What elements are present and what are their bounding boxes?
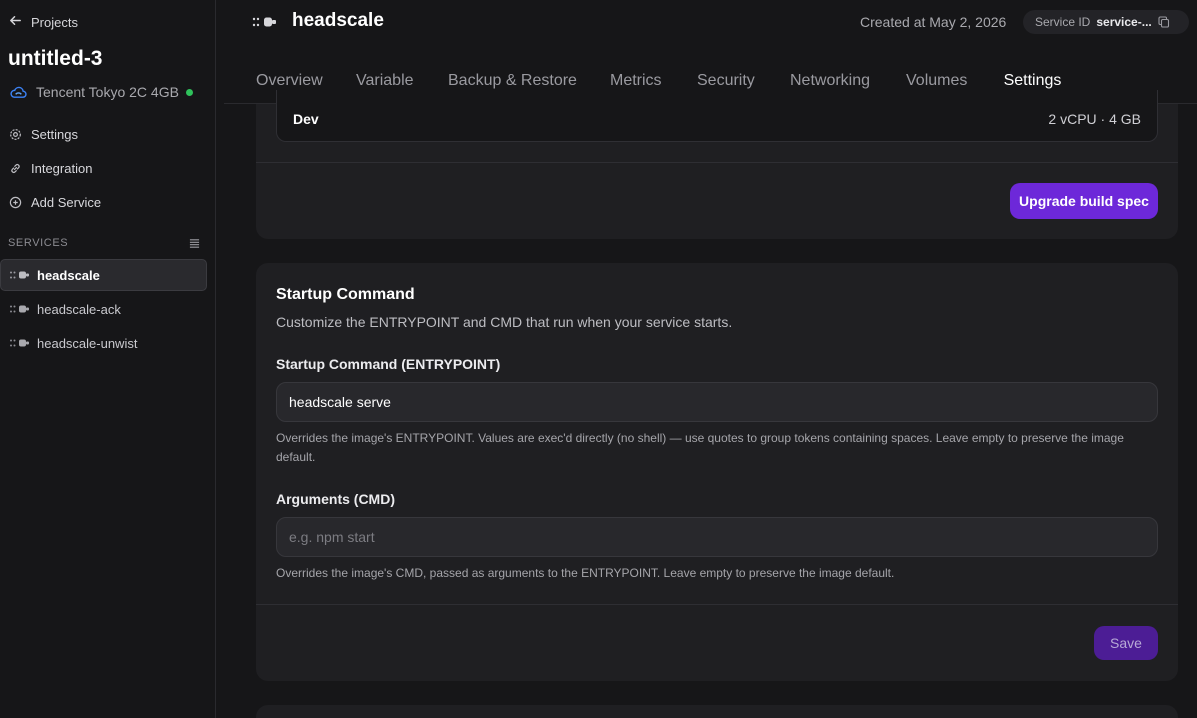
gear-icon — [9, 128, 22, 141]
service-id-value: service-... — [1096, 15, 1152, 29]
service-item-headscale[interactable]: headscale — [0, 259, 207, 291]
entrypoint-label: Startup Command (ENTRYPOINT) — [276, 356, 501, 372]
next-settings-card — [256, 705, 1178, 718]
status-online-dot — [185, 88, 193, 96]
sidebar-item-settings[interactable]: Settings — [9, 124, 78, 144]
sidebar-item-label: Integration — [31, 160, 93, 176]
sidebar-item-label: Settings — [31, 126, 78, 142]
plus-circle-icon — [9, 196, 22, 209]
sidebar-item-add-service[interactable]: Add Service — [9, 192, 101, 212]
project-title: untitled-3 — [8, 47, 103, 70]
copy-icon[interactable] — [1158, 16, 1178, 28]
startup-command-description: Customize the ENTRYPOINT and CMD that ru… — [276, 314, 733, 330]
list-view-icon[interactable] — [189, 238, 200, 249]
build-spec-value: 2 vCPU · 4 GB — [1048, 111, 1141, 127]
service-item-headscale-unwist[interactable]: headscale-unwist — [0, 327, 207, 359]
divider — [256, 604, 1178, 605]
project-region: Tencent Tokyo 2C 4GB — [10, 83, 193, 101]
build-spec-card: Dev 2 vCPU · 4 GB Upgrade build spec — [256, 90, 1178, 239]
service-label: headscale-unwist — [37, 335, 138, 351]
region-label: Tencent Tokyo 2C 4GB — [36, 84, 179, 100]
back-link-label: Projects — [31, 14, 78, 30]
services-section-header: SERVICES — [8, 236, 200, 250]
save-button[interactable]: Save — [1094, 626, 1158, 660]
cmd-input[interactable] — [276, 517, 1158, 557]
cloud-icon — [10, 85, 27, 99]
service-label: headscale — [37, 267, 100, 283]
cmd-help-text: Overrides the image's CMD, passed as arg… — [276, 566, 895, 580]
build-spec-name: Dev — [293, 111, 319, 127]
drag-handle-icon — [9, 270, 31, 280]
startup-command-card: Startup Command Customize the ENTRYPOINT… — [256, 263, 1178, 681]
service-id-label: Service ID — [1035, 15, 1091, 29]
divider — [256, 162, 1178, 163]
service-header: headscale Created at May 2, 2026 Service… — [216, 0, 1197, 44]
link-icon — [9, 162, 22, 175]
service-label: headscale-ack — [37, 301, 121, 317]
startup-command-title: Startup Command — [276, 286, 415, 303]
sidebar: Projects untitled-3 Tencent Tokyo 2C 4GB… — [0, 0, 216, 718]
build-spec-row: Dev 2 vCPU · 4 GB — [276, 90, 1158, 142]
upgrade-build-spec-button[interactable]: Upgrade build spec — [1010, 183, 1158, 219]
services-label: SERVICES — [8, 237, 69, 249]
sidebar-item-label: Add Service — [31, 194, 102, 210]
drag-handle-icon — [9, 338, 31, 348]
created-at-text: Created at May 2, 2026 — [860, 14, 1007, 30]
page-title: headscale — [292, 10, 384, 31]
drag-handle-icon — [9, 304, 31, 314]
arrow-left-icon — [8, 13, 23, 31]
cmd-label: Arguments (CMD) — [276, 491, 395, 507]
service-icon — [252, 16, 278, 28]
service-id-badge: Service ID service-... — [1023, 10, 1189, 34]
entrypoint-help-text: Overrides the image's ENTRYPOINT. Values… — [276, 431, 1124, 464]
entrypoint-input[interactable] — [276, 382, 1158, 422]
sidebar-item-integration[interactable]: Integration — [9, 158, 92, 178]
service-item-headscale-ack[interactable]: headscale-ack — [0, 293, 207, 325]
back-to-projects-link[interactable]: Projects — [8, 12, 78, 32]
